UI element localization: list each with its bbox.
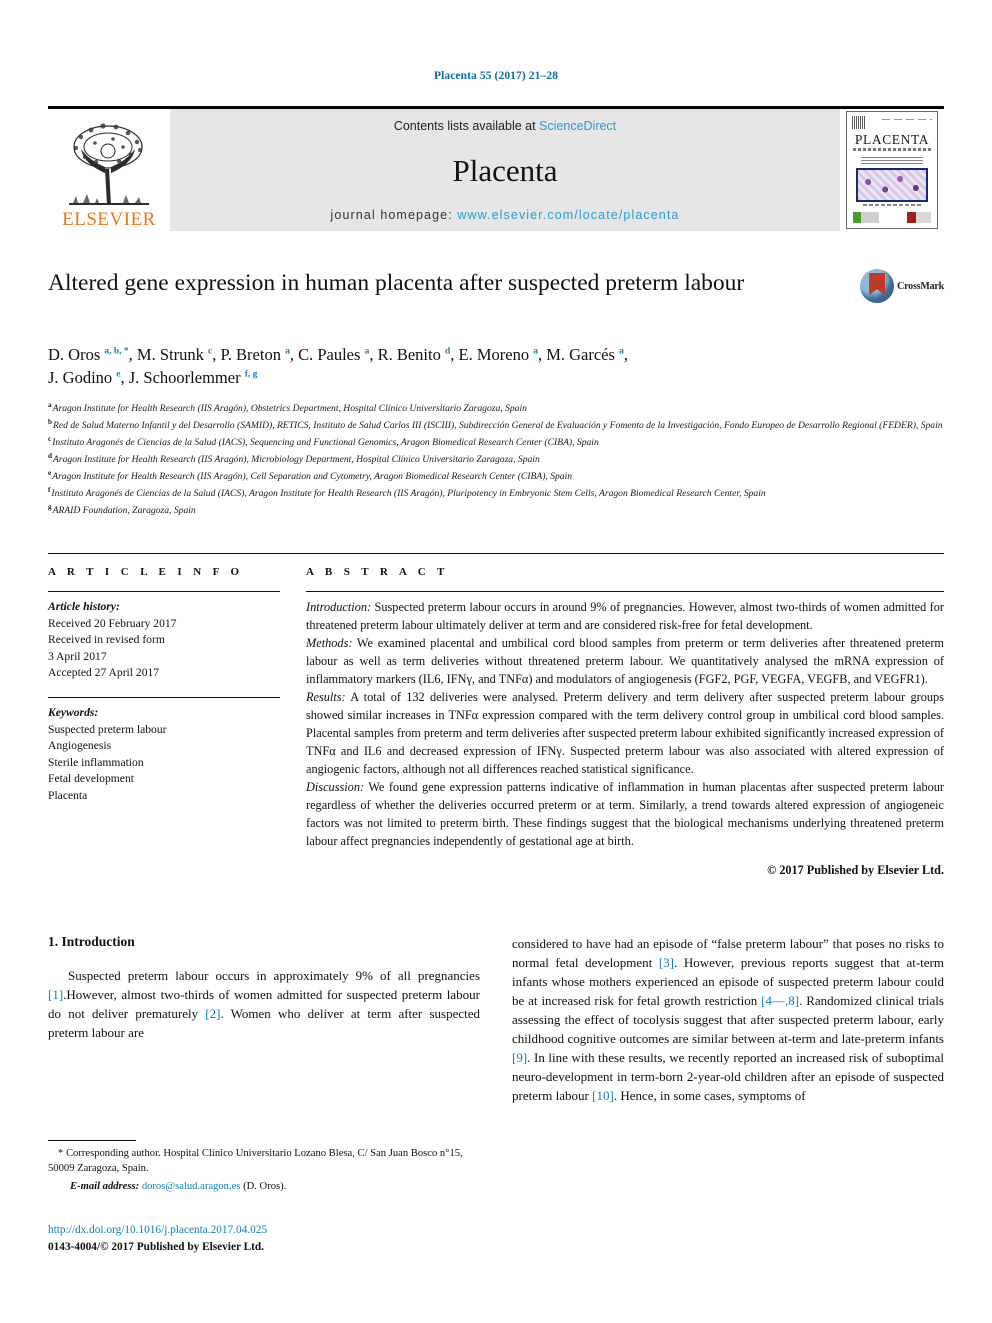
email-line: E-mail address: doros@salud.aragon.es (D… (48, 1179, 480, 1194)
article-info-heading: A R T I C L E I N F O (48, 566, 244, 579)
keyword-item: Suspected preterm labour (48, 722, 167, 736)
abstract-heading: A B S T R A C T (306, 566, 449, 579)
intro-paragraph-right: considered to have had an episode of “fa… (512, 935, 944, 1104)
imprint-block: http://dx.doi.org/10.1016/j.placenta.201… (48, 1222, 480, 1256)
email-link[interactable]: doros@salud.aragon.es (142, 1181, 241, 1192)
affiliation-item: cInstituto Aragonés de Ciencias de la Sa… (48, 434, 599, 449)
journal-masthead: ELSEVIER Contents lists available at Sci… (48, 106, 944, 231)
elsevier-tree-icon (69, 123, 149, 205)
page-title: Altered gene expression in human placent… (48, 270, 745, 296)
journal-homepage-line: journal homepage: www.elsevier.com/locat… (331, 208, 680, 222)
contents-prefix: Contents lists available at (393, 119, 540, 133)
journal-cover-wrap: PLACENTA (840, 109, 944, 231)
affiliation-item: eAragon Institute for Health Research (I… (48, 469, 573, 483)
author-list: D. Oros a, b, *, M. Strunk c, P. Breton … (48, 343, 944, 390)
abstract-column: A B S T R A C T Introduction: Suspected … (306, 566, 944, 877)
cover-barcode-icon (852, 116, 866, 129)
keyword-item: Angiogenesis (48, 739, 112, 753)
history-item: Received 20 February 2017 (48, 616, 177, 630)
author-line-1: D. Oros a, b, *, M. Strunk c, P. Breton … (48, 345, 628, 364)
history-item: 3 April 2017 (48, 649, 107, 663)
sciencedirect-link[interactable]: ScienceDirect (539, 119, 616, 133)
history-item: Accepted 27 April 2017 (48, 665, 160, 679)
abstract-rule (306, 591, 944, 593)
cover-title: PLACENTA (854, 132, 930, 147)
cover-logo-left-icon (853, 212, 879, 223)
journal-title: Placenta (452, 153, 558, 188)
abstract-section: Introduction: Suspected preterm labour o… (306, 600, 944, 633)
paper-page: Placenta 55 (2017) 21–28 ELSEVIER Conten… (0, 0, 992, 1323)
keyword-item: Placenta (48, 788, 88, 802)
corresponding-author-footnote: * Corresponding author. Hospital Clínico… (48, 1140, 480, 1194)
keyword-item: Sterile inflammation (48, 755, 144, 769)
affiliation-item: fInstituto Aragonés de Ciencias de la Sa… (48, 486, 766, 500)
article-history-label: Article history: (48, 600, 120, 614)
corresponding-author-text: * Corresponding author. Hospital Clínico… (48, 1148, 463, 1175)
crossmark-badge[interactable]: CrossMark (860, 269, 944, 303)
cover-logo-right-icon (907, 212, 931, 223)
abstract-section: Discussion: We found gene expression pat… (306, 779, 944, 848)
article-history-block: Article history: Received 20 February 20… (48, 599, 280, 681)
keywords-block: Keywords: Suspected preterm labour Angio… (48, 697, 280, 804)
email-owner: (D. Oros). (243, 1180, 287, 1192)
running-head: Placenta 55 (2017) 21–28 (433, 70, 559, 82)
body-column-right: considered to have had an episode of “fa… (512, 934, 944, 1106)
abstract-section: Results: A total of 132 deliveries were … (306, 689, 944, 776)
article-info-rule (48, 591, 280, 593)
abstract-body: Introduction: Suspected preterm labour o… (306, 599, 944, 850)
info-abstract-region: A R T I C L E I N F O Article history: R… (48, 553, 944, 877)
cover-blurb-lines (861, 156, 923, 164)
cover-micrograph-image (856, 168, 928, 202)
cover-caption-rule (863, 204, 921, 206)
body-column-left: 1. Introduction Suspected preterm labour… (48, 934, 480, 1106)
article-info-column: A R T I C L E I N F O Article history: R… (48, 566, 280, 877)
affiliation-item: dAragon Institute for Health Research (I… (48, 451, 540, 466)
cover-top-rule (882, 119, 932, 120)
elsevier-wordmark: ELSEVIER (62, 209, 156, 230)
history-item: Received in revised form (48, 633, 165, 647)
affiliation-item: bRed de Salud Materno Infantil y del Des… (48, 417, 943, 432)
body-columns: 1. Introduction Suspected preterm labour… (48, 934, 944, 1106)
keywords-label: Keywords: (48, 706, 99, 720)
abstract-copyright: © 2017 Published by Elsevier Ltd. (767, 862, 944, 877)
affiliation-item: aAragon Institute for Health Research (I… (48, 400, 527, 415)
journal-homepage-link[interactable]: www.elsevier.com/locate/placenta (457, 208, 679, 222)
elsevier-logo: ELSEVIER (48, 109, 170, 231)
email-label: E-mail address: (70, 1180, 140, 1192)
author-line-2: J. Godino e, J. Schoorlemmer f, g (48, 368, 258, 388)
cover-subtitle-rule (853, 148, 931, 151)
section-heading-introduction: 1. Introduction (48, 933, 135, 949)
crossmark-label: CrossMark (897, 280, 944, 292)
keyword-item: Fetal development (48, 772, 134, 786)
journal-cover-thumbnail: PLACENTA (846, 111, 938, 229)
affiliation-item: gARAID Foundation, Zaragoza, Spain (48, 503, 196, 517)
masthead-center: Contents lists available at ScienceDirec… (170, 109, 840, 231)
contents-available-line: Contents lists available at ScienceDirec… (394, 119, 616, 133)
keywords-rule (48, 697, 280, 699)
footnote-rule (48, 1140, 136, 1141)
intro-paragraph-left: Suspected preterm labour occurs in appro… (48, 967, 480, 1040)
doi-link[interactable]: http://dx.doi.org/10.1016/j.placenta.201… (48, 1222, 480, 1239)
affiliations-list: aAragon Institute for Health Research (I… (48, 400, 944, 519)
crossmark-icon (860, 269, 895, 303)
abstract-section: Methods: We examined placental and umbil… (306, 636, 944, 686)
homepage-prefix: journal homepage: (330, 208, 458, 222)
title-block: Altered gene expression in human placent… (48, 269, 944, 325)
issn-copyright-line: 0143-4004/© 2017 Published by Elsevier L… (48, 1240, 264, 1253)
